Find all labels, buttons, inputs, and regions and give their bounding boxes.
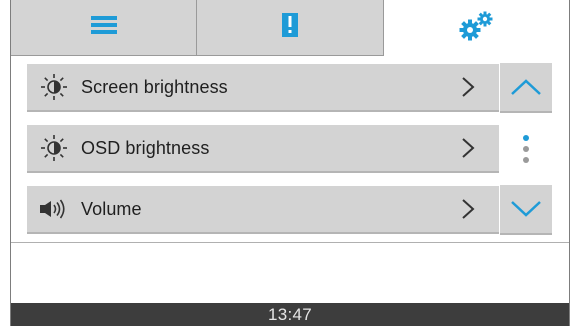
gears-icon: [458, 11, 494, 46]
brightness-icon: [39, 72, 81, 102]
alert-icon: [281, 13, 298, 42]
scroll-up-button[interactable]: [500, 63, 552, 113]
chevron-down-icon: [511, 201, 541, 217]
status-bar: 13:47: [11, 303, 569, 326]
settings-item-label: OSD brightness: [81, 137, 210, 158]
tab-menu[interactable]: [11, 0, 198, 56]
scroll-down-button[interactable]: [500, 185, 552, 235]
divider: [11, 242, 569, 243]
chevron-right-icon: [462, 77, 475, 97]
clock: 13:47: [267, 304, 313, 324]
settings-item-volume[interactable]: Volume: [27, 186, 499, 234]
settings-item-label: Screen brightness: [81, 76, 228, 97]
chevron-up-icon: [511, 79, 541, 95]
chevron-right-icon: [462, 199, 475, 219]
menu-icon: [90, 16, 117, 39]
settings-item-screen-brightness[interactable]: Screen brightness: [27, 64, 499, 112]
volume-icon: [39, 199, 81, 219]
tab-alerts[interactable]: [197, 0, 384, 56]
device-screen: Screen brightness OSD brightness Volume …: [10, 0, 570, 326]
tab-bar: [11, 0, 569, 56]
tab-settings[interactable]: [383, 0, 569, 56]
brightness-icon: [39, 133, 81, 163]
chevron-right-icon: [462, 138, 475, 158]
settings-item-osd-brightness[interactable]: OSD brightness: [27, 125, 499, 173]
settings-item-label: Volume: [81, 198, 142, 219]
page-indicator: [523, 135, 529, 163]
